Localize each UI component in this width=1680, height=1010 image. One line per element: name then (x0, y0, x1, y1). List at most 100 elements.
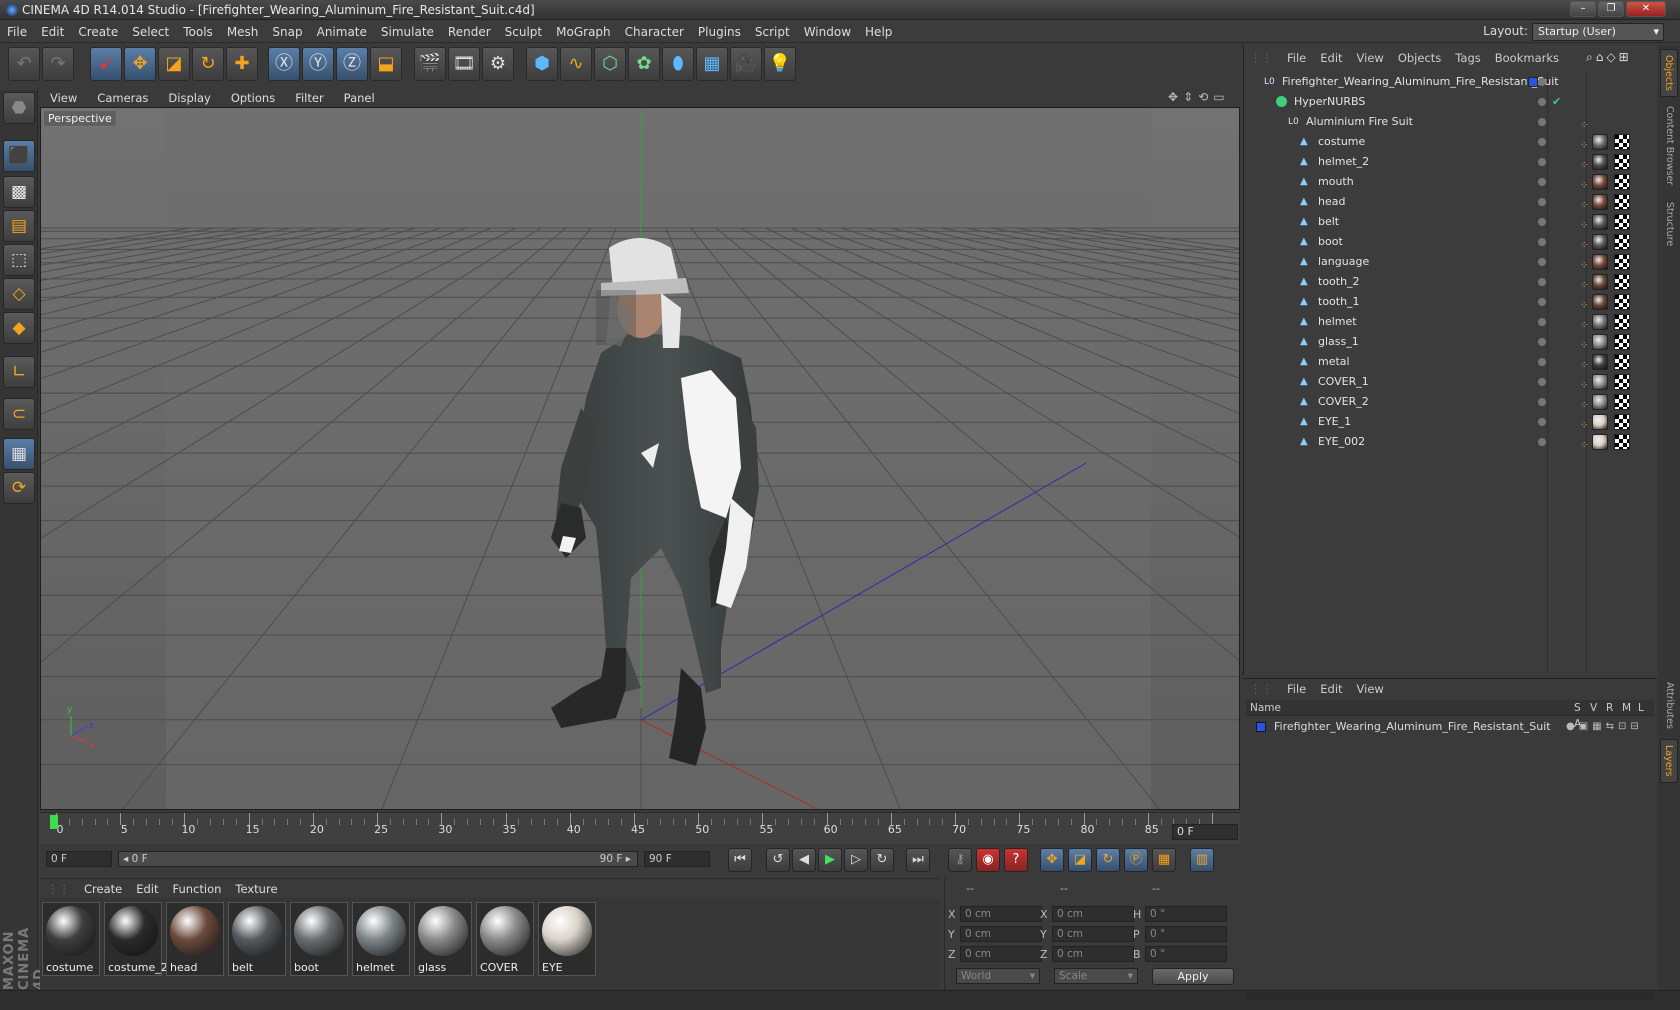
tab-layers[interactable]: Layers (1660, 739, 1678, 783)
polygons-mode-button[interactable]: ◆ (3, 312, 35, 344)
search-icon[interactable]: ⌕ (1586, 50, 1596, 64)
material-tag-icon[interactable] (1592, 374, 1608, 390)
layer-flag-icons[interactable]: ●▣▦⇆⊡⊟ (1566, 718, 1643, 736)
maximize-view-icon[interactable]: ▭ (1213, 90, 1229, 104)
menu-mesh[interactable]: Mesh (220, 21, 266, 43)
view-icon[interactable]: ◇ (1606, 50, 1618, 64)
object-row-eye-002[interactable]: ▲ EYE_002 ⁘ (1246, 432, 1654, 452)
visibility-dot-icon[interactable] (1538, 98, 1546, 106)
visibility-dot-icon[interactable] (1538, 378, 1546, 386)
render-view-button[interactable]: 🎬 (414, 47, 446, 81)
visibility-dot-icon[interactable] (1538, 258, 1546, 266)
minimize-button[interactable]: – (1570, 1, 1596, 17)
viewport-menu-view[interactable]: View (40, 88, 87, 108)
key-scale-button[interactable]: ◪ (1068, 848, 1092, 872)
viewport-menu-filter[interactable]: Filter (285, 88, 333, 108)
menu-file[interactable]: File (0, 21, 34, 43)
objects-menu-bookmarks[interactable]: Bookmarks (1488, 47, 1566, 69)
visibility-dot-icon[interactable] (1538, 358, 1546, 366)
orbit-icon[interactable]: ⟲ (1198, 90, 1213, 104)
tab-objects[interactable]: Objects (1660, 49, 1678, 97)
material-menu-function[interactable]: Function (166, 879, 229, 899)
texture-tag-icon[interactable] (1614, 394, 1630, 410)
object-row-mouth[interactable]: ▲ mouth ⁘ (1246, 172, 1654, 192)
material-tag-icon[interactable] (1592, 214, 1608, 230)
texture-tag-icon[interactable] (1614, 254, 1630, 270)
object-row-boot[interactable]: ▲ boot ⁘ (1246, 232, 1654, 252)
move-tool-button[interactable]: ✥ (124, 47, 156, 81)
maximize-button[interactable]: ❐ (1598, 1, 1624, 17)
scene-floor-button[interactable]: ▦ (696, 47, 728, 81)
texture-tag-icon[interactable] (1614, 134, 1630, 150)
texture-tag-icon[interactable] (1614, 234, 1630, 250)
material-tag-icon[interactable] (1592, 354, 1608, 370)
add-object-button[interactable]: ✚ (226, 47, 258, 81)
tab-attributes[interactable]: Attributes (1660, 675, 1678, 735)
object-row-tooth-1[interactable]: ▲ tooth_1 ⁘ (1246, 292, 1654, 312)
menu-simulate[interactable]: Simulate (374, 21, 441, 43)
visibility-dot-icon[interactable] (1538, 138, 1546, 146)
object-row-cover-2[interactable]: ▲ COVER_2 ⁘ (1246, 392, 1654, 412)
viewport-menu-panel[interactable]: Panel (334, 88, 385, 108)
previous-frame-button[interactable]: ◀ (792, 848, 816, 872)
workplane-mode-button[interactable]: ▤ (3, 210, 35, 242)
next-frame-button[interactable]: ▷ (844, 848, 868, 872)
layout-select[interactable]: Startup (User) ▾ (1532, 23, 1664, 41)
material-tag-icon[interactable] (1592, 154, 1608, 170)
texture-tag-icon[interactable] (1614, 274, 1630, 290)
object-row-helmet-2[interactable]: ▲ helmet_2 ⁘ (1246, 152, 1654, 172)
coord-size-field[interactable]: 0 cm (1052, 946, 1134, 962)
layers-menu-view[interactable]: View (1350, 679, 1391, 699)
redo-button[interactable]: ↷ (42, 47, 74, 81)
coord-space-select[interactable]: World ▾ (956, 968, 1040, 984)
render-settings-button[interactable]: ⚙ (482, 47, 514, 81)
texture-tag-icon[interactable] (1614, 314, 1630, 330)
material-tag-icon[interactable] (1592, 394, 1608, 410)
object-row-glass-1[interactable]: ▲ glass_1 ⁘ (1246, 332, 1654, 352)
visibility-dot-icon[interactable] (1538, 118, 1546, 126)
layer-flag-r[interactable]: R (1606, 700, 1622, 716)
workplane-lock-button[interactable]: ▦ (3, 438, 35, 470)
viewport-menu-options[interactable]: Options (221, 88, 285, 108)
texture-tag-icon[interactable] (1614, 374, 1630, 390)
nurbs-button[interactable]: ⬡ (594, 47, 626, 81)
coord-rotation-field[interactable]: 0 ° (1145, 906, 1227, 922)
object-row-metal[interactable]: ▲ metal ⁘ (1246, 352, 1654, 372)
menu-sculpt[interactable]: Sculpt (498, 21, 549, 43)
objects-menu-objects[interactable]: Objects (1391, 47, 1448, 69)
coord-position-field[interactable]: 0 cm (960, 926, 1042, 942)
menu-edit[interactable]: Edit (34, 21, 71, 43)
menu-render[interactable]: Render (441, 21, 498, 43)
current-frame-field[interactable]: 0 F (1172, 824, 1238, 840)
perspective-viewport[interactable]: y z x Perspective (40, 107, 1240, 810)
material-tag-icon[interactable] (1592, 254, 1608, 270)
material-tag-icon[interactable] (1592, 334, 1608, 350)
pan-icon[interactable]: ✥ (1168, 90, 1183, 104)
texture-mode-button[interactable]: ▩ (3, 176, 35, 208)
close-button[interactable]: ✕ (1626, 1, 1666, 17)
object-row-cover-1[interactable]: ▲ COVER_1 ⁘ (1246, 372, 1654, 392)
material-boot[interactable]: boot (290, 902, 348, 976)
viewport-menu-display[interactable]: Display (158, 88, 220, 108)
record-active-button[interactable]: ◉ (976, 848, 1000, 872)
visibility-dot-icon[interactable] (1538, 178, 1546, 186)
material-tag-icon[interactable] (1592, 314, 1608, 330)
material-menu-create[interactable]: Create (77, 879, 129, 899)
objects-menu-file[interactable]: File (1280, 47, 1313, 69)
texture-tag-icon[interactable] (1614, 174, 1630, 190)
key-parameter-button[interactable]: Ⓟ (1124, 848, 1148, 872)
texture-tag-icon[interactable] (1614, 294, 1630, 310)
start-frame-field[interactable]: 0 F (46, 851, 112, 867)
menu-select[interactable]: Select (125, 21, 176, 43)
menu-help[interactable]: Help (858, 21, 899, 43)
material-eye[interactable]: EYE (538, 902, 596, 976)
layer-flag-s[interactable]: S (1574, 700, 1590, 716)
menu-window[interactable]: Window (797, 21, 858, 43)
menu-script[interactable]: Script (748, 21, 797, 43)
deformer-button[interactable]: ⬮ (662, 47, 694, 81)
next-key-button[interactable]: ↻ (870, 848, 894, 872)
layer-flag-l[interactable]: L (1638, 700, 1654, 716)
visibility-dot-icon[interactable] (1538, 318, 1546, 326)
edges-mode-button[interactable]: ◇ (3, 278, 35, 310)
tab-content-browser[interactable]: Content Browser (1660, 101, 1678, 191)
